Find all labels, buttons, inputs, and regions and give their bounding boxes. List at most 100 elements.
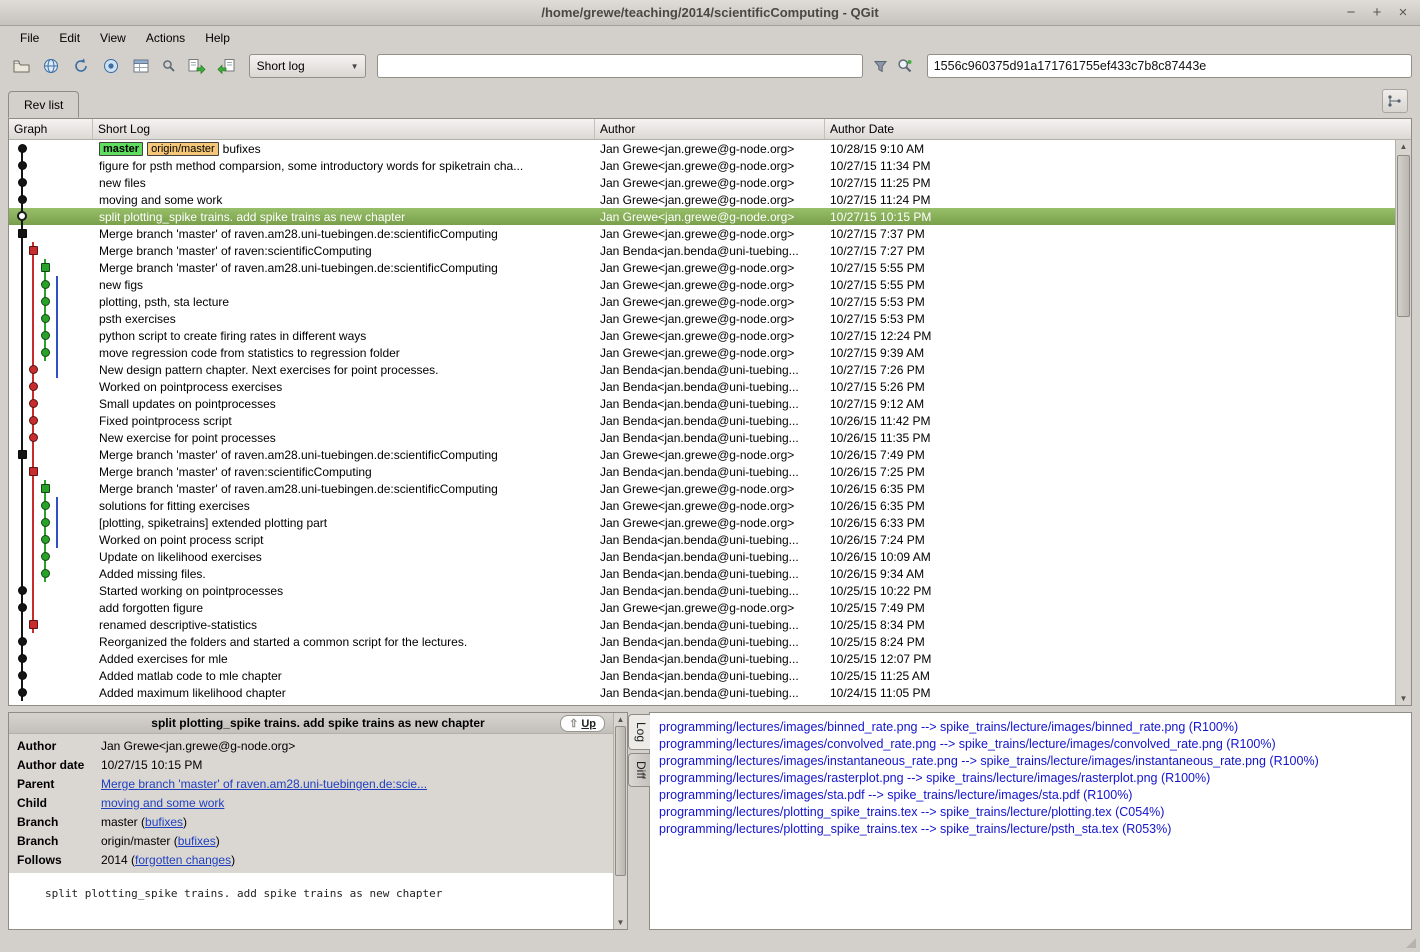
tab-rev-list[interactable]: Rev list xyxy=(8,91,79,118)
menu-edit[interactable]: Edit xyxy=(49,28,90,48)
detail-link[interactable]: forgotten changes xyxy=(135,853,231,867)
detail-link[interactable]: bufixes xyxy=(145,815,183,829)
menu-help[interactable]: Help xyxy=(195,28,240,48)
sha-input[interactable] xyxy=(927,54,1412,78)
commit-row[interactable]: New exercise for point processesJan Bend… xyxy=(9,429,1395,446)
author-cell: Jan Grewe<jan.grewe@g-node.org> xyxy=(595,193,825,207)
commit-row[interactable]: Merge branch 'master' of raven.am28.uni-… xyxy=(9,446,1395,463)
close-button[interactable]: × xyxy=(1396,6,1410,20)
detail-scrollbar-thumb[interactable] xyxy=(615,726,626,876)
commit-row[interactable]: Update on likelihood exercisesJan Benda<… xyxy=(9,548,1395,565)
commit-row[interactable]: split plotting_spike trains. add spike t… xyxy=(9,208,1395,225)
commit-row[interactable]: Merge branch 'master' of raven:scientifi… xyxy=(9,242,1395,259)
commit-row[interactable]: Added maximum likelihood chapterJan Bend… xyxy=(9,684,1395,701)
tree-view-button[interactable] xyxy=(128,53,155,79)
commit-row[interactable]: Merge branch 'master' of raven.am28.uni-… xyxy=(9,480,1395,497)
commit-row[interactable]: Started working on pointprocessesJan Ben… xyxy=(9,582,1395,599)
file-entry[interactable]: programming/lectures/plotting_spike_trai… xyxy=(659,805,1402,822)
commit-row[interactable]: psth exercisesJan Grewe<jan.grewe@g-node… xyxy=(9,310,1395,327)
filter-button[interactable] xyxy=(870,53,892,79)
graph-lane xyxy=(21,480,23,497)
shortlog-cell: Worked on point process script xyxy=(93,533,595,547)
graph-cell xyxy=(9,174,93,191)
detail-field-label: Parent xyxy=(9,777,101,791)
side-tab-diff[interactable]: Diff xyxy=(628,753,650,787)
maximize-button[interactable]: + xyxy=(1370,6,1384,20)
open-repo-button[interactable] xyxy=(8,53,35,79)
side-tab-log[interactable]: Log xyxy=(628,714,650,750)
menu-actions[interactable]: Actions xyxy=(136,28,195,48)
column-header-author[interactable]: Author xyxy=(595,119,825,139)
rev-list-scrollbar[interactable]: ▲ ▼ xyxy=(1395,140,1411,705)
apply-patch-button[interactable] xyxy=(183,53,210,79)
commit-row[interactable]: New design pattern chapter. Next exercis… xyxy=(9,361,1395,378)
up-button[interactable]: ⇧ Up xyxy=(560,715,605,732)
menu-view[interactable]: View xyxy=(90,28,136,48)
layout-toggle-button[interactable] xyxy=(1382,89,1408,113)
commit-row[interactable]: Added exercises for mleJan Benda<jan.ben… xyxy=(9,650,1395,667)
file-entry[interactable]: programming/lectures/images/instantaneou… xyxy=(659,754,1402,771)
commit-dot xyxy=(41,263,50,272)
commit-row[interactable]: renamed descriptive-statisticsJan Benda<… xyxy=(9,616,1395,633)
column-header-short-log[interactable]: Short Log xyxy=(93,119,595,139)
format-patch-button[interactable] xyxy=(213,53,240,79)
mini-find-button[interactable] xyxy=(158,53,180,79)
shortlog-cell: figure for psth method comparsion, some … xyxy=(93,159,595,173)
commit-row[interactable]: Fixed pointprocess scriptJan Benda<jan.b… xyxy=(9,412,1395,429)
commit-row[interactable]: Worked on pointprocess exercisesJan Bend… xyxy=(9,378,1395,395)
commit-row[interactable]: Added missing files.Jan Benda<jan.benda@… xyxy=(9,565,1395,582)
commit-row[interactable]: Merge branch 'master' of raven.am28.uni-… xyxy=(9,225,1395,242)
detail-link[interactable]: Merge branch 'master' of raven.am28.uni-… xyxy=(101,777,427,791)
resize-grip[interactable] xyxy=(1406,938,1416,948)
commit-row[interactable]: Worked on point process scriptJan Benda<… xyxy=(9,531,1395,548)
file-entry[interactable]: programming/lectures/images/convolved_ra… xyxy=(659,737,1402,754)
browse-web-button[interactable] xyxy=(38,53,65,79)
commit-row[interactable]: python script to create firing rates in … xyxy=(9,327,1395,344)
reload-button[interactable] xyxy=(68,53,95,79)
commit-row[interactable]: move regression code from statistics to … xyxy=(9,344,1395,361)
commit-row[interactable]: Reorganized the folders and started a co… xyxy=(9,633,1395,650)
commit-row[interactable]: Merge branch 'master' of raven:scientifi… xyxy=(9,463,1395,480)
file-entry[interactable]: programming/lectures/images/binned_rate.… xyxy=(659,720,1402,737)
chevron-down-icon: ▼ xyxy=(351,62,359,71)
file-entry[interactable]: programming/lectures/plotting_spike_trai… xyxy=(659,822,1402,839)
column-header-author-date[interactable]: Author Date xyxy=(825,119,1411,139)
detail-scroll-down-icon[interactable]: ▼ xyxy=(614,916,627,929)
detail-scroll-up-icon[interactable]: ▲ xyxy=(614,713,627,726)
highlight-button[interactable] xyxy=(894,53,916,79)
commit-row[interactable]: solutions for fitting exercisesJan Grewe… xyxy=(9,497,1395,514)
detail-link[interactable]: bufixes xyxy=(178,834,216,848)
detail-scrollbar[interactable]: ▲ ▼ xyxy=(613,713,627,929)
commit-row[interactable]: Added matlab code to mle chapterJan Bend… xyxy=(9,667,1395,684)
commit-row[interactable]: add forgotten figureJan Grewe<jan.grewe@… xyxy=(9,599,1395,616)
detail-link[interactable]: moving and some work xyxy=(101,796,224,810)
commit-row[interactable]: masterorigin/masterbufixesJan Grewe<jan.… xyxy=(9,140,1395,157)
commit-row[interactable]: Merge branch 'master' of raven.am28.uni-… xyxy=(9,259,1395,276)
scrollbar-thumb[interactable] xyxy=(1397,155,1410,317)
commit-row[interactable]: [plotting, spiketrains] extended plottin… xyxy=(9,514,1395,531)
graph-lane xyxy=(21,327,23,344)
scroll-down-arrow-icon[interactable]: ▼ xyxy=(1396,692,1411,705)
file-entry[interactable]: programming/lectures/images/rasterplot.p… xyxy=(659,771,1402,788)
detail-field: Branchmaster (bufixes) xyxy=(9,812,627,831)
commit-row[interactable]: Small updates on pointprocessesJan Benda… xyxy=(9,395,1395,412)
commit-row[interactable]: new filesJan Grewe<jan.grewe@g-node.org>… xyxy=(9,174,1395,191)
author-cell: Jan Benda<jan.benda@uni-tuebing... xyxy=(595,465,825,479)
shortlog-cell: Merge branch 'master' of raven.am28.uni-… xyxy=(93,261,595,275)
graph-lane xyxy=(21,429,23,446)
search-input[interactable] xyxy=(377,54,862,78)
detail-field: Author date10/27/15 10:15 PM xyxy=(9,755,627,774)
commit-row[interactable]: plotting, psth, sta lectureJan Grewe<jan… xyxy=(9,293,1395,310)
commit-row[interactable]: moving and some workJan Grewe<jan.grewe@… xyxy=(9,191,1395,208)
column-header-graph[interactable]: Graph xyxy=(9,119,93,139)
menu-file[interactable]: File xyxy=(10,28,49,48)
commit-row[interactable]: new figsJan Grewe<jan.grewe@g-node.org>1… xyxy=(9,276,1395,293)
minimize-button[interactable]: − xyxy=(1344,6,1358,20)
log-type-select[interactable]: Short log ▼ xyxy=(249,54,367,78)
graph-cell xyxy=(9,548,93,565)
shortlog-cell: New design pattern chapter. Next exercis… xyxy=(93,363,595,377)
home-rev-button[interactable] xyxy=(98,53,125,79)
scroll-up-arrow-icon[interactable]: ▲ xyxy=(1396,140,1411,153)
file-entry[interactable]: programming/lectures/images/sta.pdf --> … xyxy=(659,788,1402,805)
commit-row[interactable]: figure for psth method comparsion, some … xyxy=(9,157,1395,174)
